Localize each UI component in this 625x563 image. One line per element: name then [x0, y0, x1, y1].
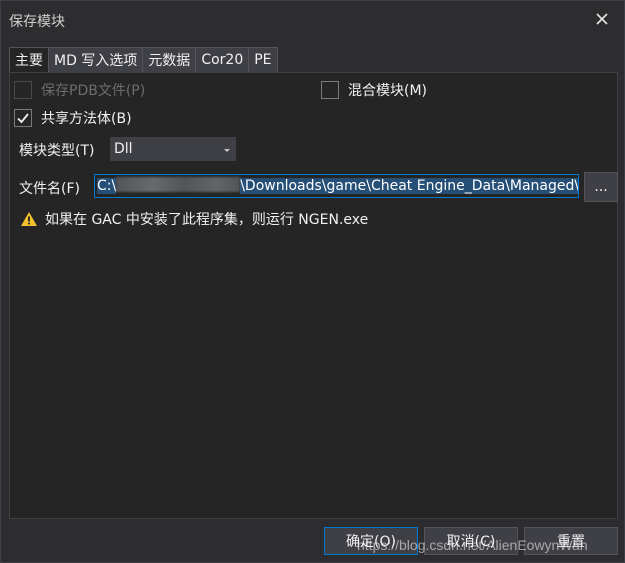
- window-title: 保存模块: [9, 14, 65, 30]
- mixed-module-checkbox-box: [321, 81, 339, 99]
- close-icon: [596, 13, 608, 25]
- save-pdb-checkbox-box: [14, 81, 32, 99]
- tab-bar: 主要 MD 写入选项 元数据 Cor20 PE: [9, 47, 278, 73]
- mixed-module-checkbox[interactable]: 混合模块(M): [321, 80, 427, 100]
- cancel-button[interactable]: 取消(C): [424, 527, 518, 555]
- save-pdb-label: 保存PDB文件(P): [41, 83, 146, 99]
- tab-pe[interactable]: PE: [248, 47, 278, 73]
- filename-value-start: C:\: [97, 178, 117, 194]
- checkmark-icon: [17, 113, 29, 124]
- title-bar: 保存模块: [1, 1, 624, 39]
- gac-warning: 如果在 GAC 中安装了此程序集，则运行 NGEN.exe: [20, 209, 368, 229]
- tab-main[interactable]: 主要: [9, 47, 49, 73]
- redacted-path-segment: [116, 177, 241, 192]
- ok-button[interactable]: 确定(O): [324, 527, 418, 555]
- filename-value-end: \Downloads\game\Cheat Engine_Data\Manage…: [240, 178, 578, 194]
- save-pdb-checkbox[interactable]: 保存PDB文件(P): [14, 80, 145, 100]
- filename-input[interactable]: C:\ \Downloads\game\Cheat Engine_Data\Man…: [94, 174, 579, 198]
- filename-label: 文件名(F): [19, 181, 80, 197]
- tab-md-write-options[interactable]: MD 写入选项: [48, 47, 144, 73]
- module-type-select[interactable]: Dll: [110, 137, 236, 161]
- close-button[interactable]: [590, 7, 614, 31]
- browse-button[interactable]: ...: [584, 172, 618, 202]
- warning-icon: [21, 212, 37, 226]
- main-tab-panel: 保存PDB文件(P) 混合模块(M) 共享方法体(B) 模块类型(T) Dll …: [9, 72, 618, 519]
- tab-cor20[interactable]: Cor20: [195, 47, 250, 73]
- reset-button[interactable]: 重置: [524, 527, 618, 555]
- share-method-bodies-checkbox[interactable]: 共享方法体(B): [14, 108, 132, 128]
- share-method-bodies-label: 共享方法体(B): [41, 111, 132, 127]
- chevron-down-icon: [224, 149, 230, 152]
- mixed-module-label: 混合模块(M): [348, 83, 428, 99]
- tab-metadata[interactable]: 元数据: [142, 47, 197, 73]
- module-type-value: Dll: [114, 141, 133, 157]
- warning-text: 如果在 GAC 中安装了此程序集，则运行 NGEN.exe: [45, 212, 369, 228]
- share-method-bodies-checkbox-box: [14, 109, 32, 127]
- save-module-dialog: 保存模块 主要 MD 写入选项 元数据 Cor20 PE 保存PDB文件(P) …: [0, 0, 625, 563]
- module-type-label: 模块类型(T): [19, 143, 95, 159]
